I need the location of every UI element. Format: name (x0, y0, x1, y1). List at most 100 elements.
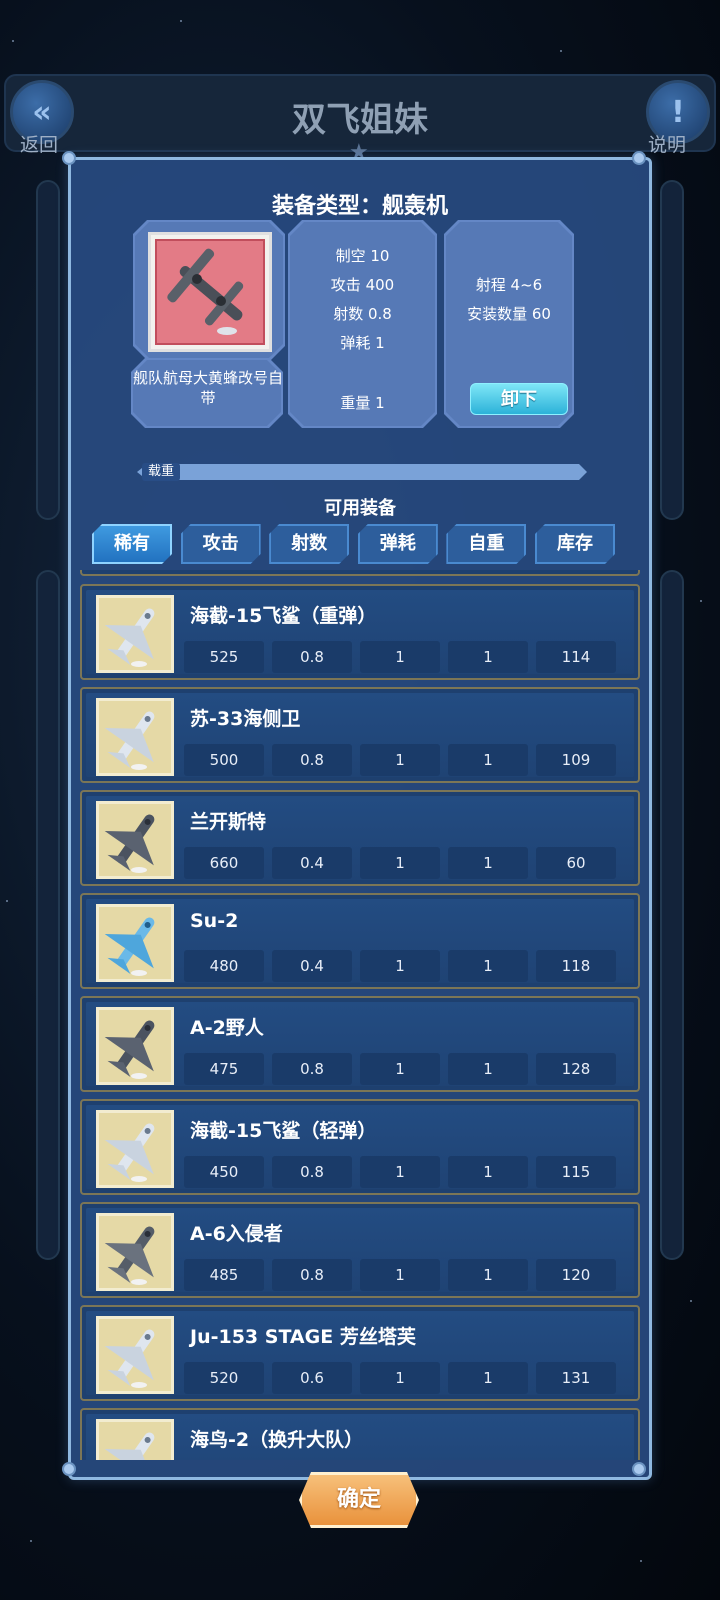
star-dot (30, 1540, 32, 1542)
sort-tab[interactable]: 弹耗 (358, 524, 438, 564)
background-panel (660, 180, 684, 520)
item-name: 兰开斯特 (190, 811, 267, 833)
stat-range: 射程 4~6 (475, 276, 543, 294)
item-stat-cell: 1 (448, 744, 528, 776)
item-stat-cell: 500 (184, 744, 264, 776)
item-stat-cell: 525 (184, 641, 264, 673)
item-stat-cell: 1 (360, 847, 440, 879)
list-item[interactable]: 海截-15飞鲨（重弹） 525 0.8 1 1 114 (80, 584, 640, 680)
item-stat-cell: 1 (360, 1156, 440, 1188)
item-name: 海截-15飞鲨（轻弹） (190, 1120, 377, 1142)
corner-rivet (632, 1462, 646, 1476)
item-thumbnail (96, 1007, 174, 1085)
item-thumbnail (96, 1213, 174, 1291)
list-item[interactable]: 兰开斯特 660 0.4 1 1 60 (80, 790, 640, 886)
jet-fighter-icon (104, 1123, 155, 1182)
item-stat-cell: 1 (448, 1362, 528, 1394)
star-dot (640, 1560, 642, 1562)
stat-ammo: 弹耗 1 (340, 334, 385, 352)
background-panel (36, 180, 60, 520)
modal-title: 装备类型：舰轰机 (271, 194, 448, 219)
jet-bomber-icon (104, 1226, 155, 1285)
stat-attack: 攻击 400 (330, 276, 395, 294)
jet-fighter-icon (104, 608, 155, 667)
list-item[interactable]: Ju-153 STAGE 芳丝塔芙 520 0.6 1 1 131 (80, 1305, 640, 1401)
list-item[interactable]: A-6入侵者 485 0.8 1 1 120 (80, 1202, 640, 1298)
item-stat-cell: 109 (536, 744, 616, 776)
item-name: A-2野人 (190, 1017, 264, 1039)
item-stat-cell: 1 (448, 847, 528, 879)
list-item-partial[interactable] (80, 570, 640, 576)
list-item[interactable]: 海鸟-2（换升大队） (80, 1408, 640, 1460)
sort-tab[interactable]: 自重 (446, 524, 526, 564)
sort-tab[interactable]: 射数 (269, 524, 349, 564)
item-stat-cell: 131 (536, 1362, 616, 1394)
item-stat-cell: 1 (360, 641, 440, 673)
item-stat-cell: 480 (184, 950, 264, 982)
unload-button[interactable]: 卸下 (470, 383, 568, 415)
item-stat-cell: 1 (448, 641, 528, 673)
item-stat-cell: 1 (360, 1362, 440, 1394)
screen: « 返回 ! 说明 双飞姐妹 ★ 装备类型：舰轰机 舰队航母大黄蜂改号自带 制空… (0, 0, 720, 1600)
equipped-item-image (148, 232, 272, 352)
equipped-item-name: 舰队航母大黄蜂改号自带 (133, 369, 284, 407)
load-label: 载重 (142, 463, 180, 481)
item-stat-cell: 1 (360, 1259, 440, 1291)
background-panel (660, 570, 684, 1260)
list-item[interactable]: Su-2 480 0.4 1 1 118 (80, 893, 640, 989)
item-name: 苏-33海侧卫 (190, 708, 301, 730)
item-stat-cell: 0.8 (272, 1259, 352, 1291)
stat-air: 制空 10 (335, 247, 390, 265)
page-title: 双飞姐妹 (292, 100, 428, 140)
sort-tab[interactable]: 攻击 (181, 524, 261, 564)
load-bar (137, 464, 587, 480)
sort-tab[interactable]: 库存 (535, 524, 615, 564)
item-thumbnail (96, 904, 174, 982)
item-stat-cell: 660 (184, 847, 264, 879)
plane-icon (104, 1432, 155, 1460)
item-stat-cell: 0.4 (272, 950, 352, 982)
stat-install-count: 安装数量 60 (467, 305, 551, 323)
star-dot (560, 50, 562, 52)
corner-rivet (632, 151, 646, 165)
item-name: Ju-153 STAGE 芳丝塔芙 (190, 1326, 416, 1348)
item-name: 海鸟-2（换升大队） (190, 1429, 364, 1451)
item-thumbnail (96, 1110, 174, 1188)
item-stat-cell: 115 (536, 1156, 616, 1188)
stat-shots: 射数 0.8 (333, 305, 392, 323)
item-thumbnail (96, 801, 174, 879)
available-equipment-title: 可用装备 (324, 498, 396, 519)
item-stat-cell: 450 (184, 1156, 264, 1188)
corner-rivet (62, 151, 76, 165)
star-dot (690, 1300, 692, 1302)
item-stat-cell: 0.8 (272, 1053, 352, 1085)
bomber-icon (104, 814, 155, 873)
background-panel (36, 570, 60, 1260)
item-stat-cell: 0.8 (272, 641, 352, 673)
item-thumbnail (96, 1316, 174, 1394)
item-name: A-6入侵者 (190, 1223, 283, 1245)
list-item[interactable]: 海截-15飞鲨（轻弹） 450 0.8 1 1 115 (80, 1099, 640, 1195)
item-name: Su-2 (190, 910, 239, 932)
corner-rivet (62, 1462, 76, 1476)
item-stat-cell: 520 (184, 1362, 264, 1394)
item-stat-cell: 0.6 (272, 1362, 352, 1394)
confirm-button[interactable]: 确定 (299, 1472, 419, 1528)
list-item[interactable]: 苏-33海侧卫 500 0.8 1 1 109 (80, 687, 640, 783)
item-stat-cell: 0.8 (272, 1156, 352, 1188)
item-stat-cell: 1 (448, 1156, 528, 1188)
sort-tab[interactable]: 稀有 (92, 524, 172, 564)
equipment-list[interactable]: 海截-15飞鲨（重弹） 525 0.8 1 1 114 苏-33海侧卫 500 0.8 1 1 109… (80, 570, 640, 1460)
list-item[interactable]: A-2野人 475 0.8 1 1 128 (80, 996, 640, 1092)
item-stat-cell: 60 (536, 847, 616, 879)
item-stat-cell: 114 (536, 641, 616, 673)
star-dot (6, 900, 8, 902)
star-dot (700, 600, 702, 602)
item-stat-cell: 475 (184, 1053, 264, 1085)
item-thumbnail (96, 1419, 174, 1460)
star-dot (12, 40, 14, 42)
bomber-icon (104, 1020, 155, 1079)
item-stat-cell: 0.4 (272, 847, 352, 879)
prop-plane-icon (104, 917, 155, 976)
item-stat-cell: 0.8 (272, 744, 352, 776)
